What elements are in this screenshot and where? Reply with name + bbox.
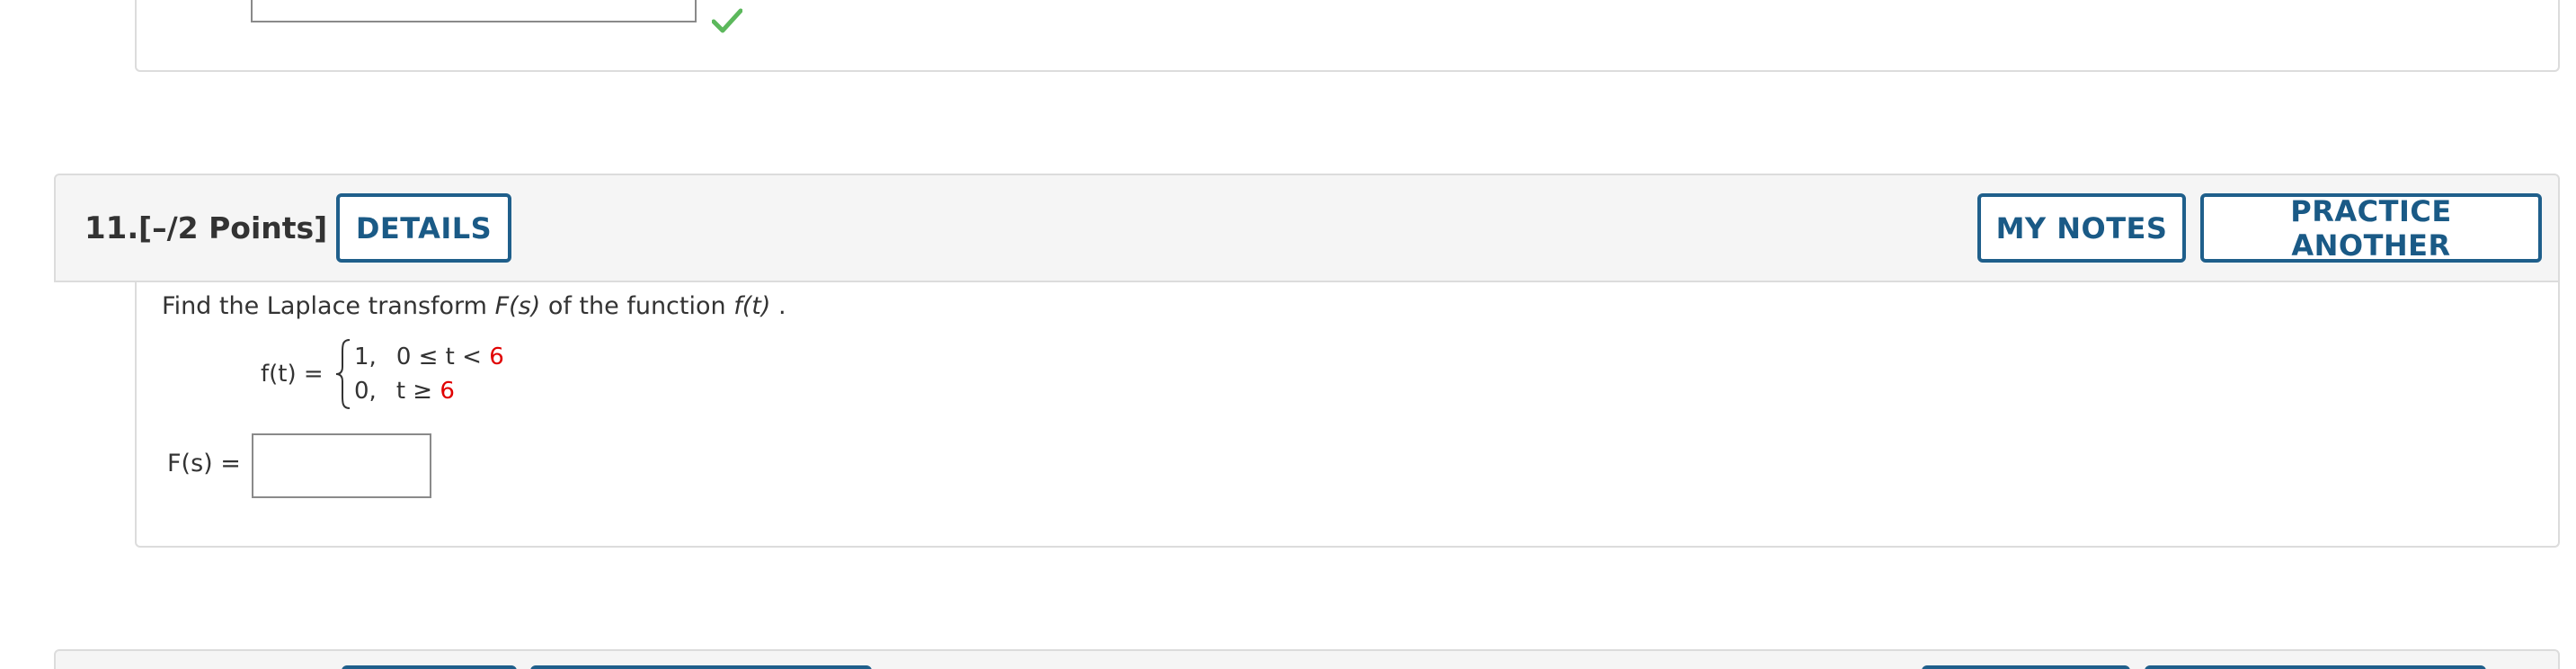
- case-2-condition: t ≥: [395, 378, 440, 405]
- answer-input[interactable]: [252, 433, 431, 498]
- piecewise-case-1: 1, 0 ≤ t < 6: [354, 343, 504, 370]
- case-1-bound: 6: [489, 343, 504, 370]
- next-practice-another-button[interactable]: [2145, 665, 2486, 669]
- piecewise-case-2: 0, t ≥ 6: [354, 378, 455, 405]
- prompt-text-2: of the function: [547, 292, 734, 320]
- case-1-value: 1,: [354, 343, 377, 370]
- case-2-value: 0,: [354, 378, 377, 405]
- prompt-Fs: F(s): [494, 292, 541, 320]
- prompt-text-3: .: [777, 292, 786, 320]
- question-points: [–/2 Points]: [138, 210, 328, 245]
- previous-answer-input[interactable]: [251, 0, 697, 22]
- case-2-bound: 6: [440, 378, 455, 405]
- prompt-ft: f(t): [733, 292, 771, 320]
- prompt-text-1: Find the Laplace transform: [162, 292, 495, 320]
- next-details-button[interactable]: [342, 665, 517, 669]
- left-brace-icon: [335, 339, 351, 409]
- checkmark-icon: [712, 8, 742, 33]
- next-submit-answer-button[interactable]: [530, 665, 872, 669]
- piecewise-lhs: f(t) =: [261, 361, 324, 388]
- details-button[interactable]: DETAILS: [336, 193, 511, 263]
- case-1-condition: 0 ≤ t <: [395, 343, 490, 370]
- answer-label: F(s) =: [167, 450, 241, 477]
- webassign-page: 11. [–/2 Points] DETAILS MY NOTES PRACTI…: [0, 0, 2576, 669]
- next-my-notes-button[interactable]: [1922, 665, 2130, 669]
- my-notes-button[interactable]: MY NOTES: [1977, 193, 2186, 263]
- question-body: [135, 281, 2560, 548]
- question-number: 11.: [84, 210, 139, 246]
- question-header: 11. [–/2 Points] DETAILS MY NOTES PRACTI…: [54, 174, 2560, 282]
- question-prompt: Find the Laplace transform F(s) of the f…: [162, 292, 786, 320]
- practice-another-button[interactable]: PRACTICE ANOTHER: [2200, 193, 2542, 263]
